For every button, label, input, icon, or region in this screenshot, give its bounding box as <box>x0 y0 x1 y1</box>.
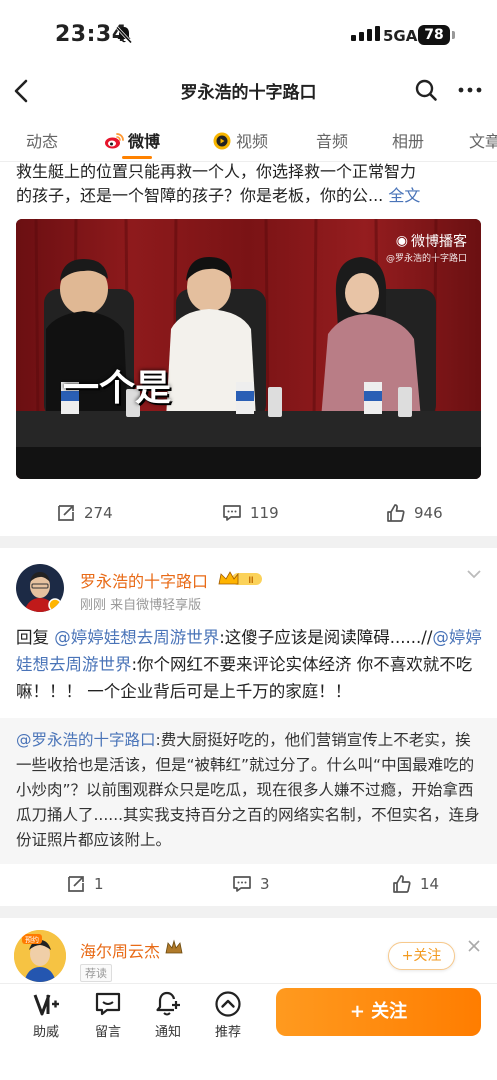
more-dots-icon[interactable] <box>456 78 484 102</box>
repost-button[interactable]: 274 <box>56 503 113 523</box>
back-arrow-icon[interactable] <box>10 76 34 106</box>
notify-button[interactable]: 通知 <box>144 990 192 1040</box>
tab-album[interactable]: 相册 <box>392 128 424 152</box>
follow-button[interactable]: + 关注 <box>276 988 481 1036</box>
tab-article[interactable]: 文章 <box>469 128 497 152</box>
battery-level: 78 <box>418 25 450 45</box>
follow-button-small[interactable]: +关注 <box>388 942 455 970</box>
crown-badge-icon <box>165 939 183 954</box>
profile-tabs: 动态 微博 视频 音频 相册 文章 <box>0 112 497 162</box>
video-logo-icon <box>213 132 231 150</box>
svg-text:预约: 预约 <box>25 935 39 944</box>
avatar-image <box>16 564 64 612</box>
bell-plus-icon <box>156 991 180 1016</box>
repost-icon <box>68 876 84 892</box>
profile-page: 23:34 5GA 78 罗永浩的十字路口 动态 微博 视频 音频 相册 文章 … <box>0 0 497 1080</box>
comment-icon <box>223 505 241 521</box>
thumbs-up-icon <box>387 504 405 522</box>
network-type: 5GA <box>383 27 418 45</box>
quoted-post[interactable]: @罗永浩的十字路口:费大厨挺好吃的，他们营销宣传上不老实，挨一些收拾也是活该，但… <box>0 718 497 864</box>
video-player[interactable]: 一个是 ◉ 微博播客 @罗永浩的十字路口 <box>16 219 481 479</box>
mention-link[interactable]: @罗永浩的十字路口 <box>16 731 156 749</box>
battery-icon <box>452 31 455 39</box>
nav-bar: 罗永浩的十字路口 <box>0 72 497 112</box>
reply-text: 回复 @婷婷娃想去周游世界:这傻子应该是阅读障碍......//@婷婷娃想去周游… <box>16 628 482 701</box>
like-button[interactable]: 946 <box>386 503 443 523</box>
post-actions: 274 119 946 <box>0 495 497 535</box>
weibo-logo-icon <box>105 133 124 149</box>
bottom-action-bar: 助威 留言 通知 推荐 + 关注 <box>0 983 497 1080</box>
mute-bell-icon <box>116 26 132 44</box>
avatar[interactable] <box>16 564 64 612</box>
message-bubble-icon <box>95 992 121 1016</box>
chevron-up-circle-icon <box>215 991 241 1017</box>
like-button[interactable]: 14 <box>392 874 439 894</box>
tab-weibo[interactable]: 微博 <box>104 128 160 152</box>
post-text-line: 救生艇上的位置只能再救一个人，你选择救一个正常智力 <box>16 162 417 181</box>
tab-dynamic[interactable]: 动态 <box>26 128 58 152</box>
weibo-watermark-icon: ◉ <box>395 233 408 249</box>
close-icon[interactable] <box>467 939 481 953</box>
video-watermark: ◉ 微博播客 @罗永浩的十字路口 <box>385 233 467 264</box>
post-text-line: 的孩子，还是一个智障的孩子？你是老板，你的公... 全文 <box>16 186 421 205</box>
tab-audio[interactable]: 音频 <box>316 128 348 152</box>
svg-text:II: II <box>248 575 253 585</box>
message-button[interactable]: 留言 <box>84 990 132 1040</box>
status-bar: 23:34 5GA 78 <box>0 0 497 72</box>
post-card[interactable]: 预约 海尔周云杰 荐读 +关注 <box>0 918 497 988</box>
comment-button[interactable]: 3 <box>232 874 270 894</box>
cheer-button[interactable]: 助威 <box>22 990 70 1040</box>
author-name[interactable]: 罗永浩的十字路口 <box>80 568 208 592</box>
search-icon[interactable] <box>414 78 438 102</box>
active-tab-indicator <box>122 156 152 159</box>
chevron-down-icon[interactable] <box>466 568 482 580</box>
video-subtitle: 一个是 <box>63 368 172 409</box>
avatar[interactable]: 预约 <box>14 930 66 982</box>
vip-crown-badge-icon: II <box>218 571 262 585</box>
comment-button[interactable]: 119 <box>222 503 279 523</box>
mention-link[interactable]: @婷婷娃想去周游世界 <box>54 628 219 647</box>
comment-icon <box>233 876 251 892</box>
avatar-image: 预约 <box>14 930 66 982</box>
expand-full-text-link[interactable]: 全文 <box>388 186 420 205</box>
author-name[interactable]: 海尔周云杰 <box>80 938 160 962</box>
signal-icon <box>351 26 380 41</box>
recommend-tag: 荐读 <box>80 964 112 982</box>
cheer-v-icon <box>33 994 59 1016</box>
tab-video[interactable]: 视频 <box>212 128 268 152</box>
repost-icon <box>58 505 74 521</box>
post-card[interactable]: 罗永浩的十字路口 II 刚刚 来自微博轻享版 回复 @婷婷娃想去周游世界:这傻子… <box>0 548 497 906</box>
thumbs-up-icon <box>393 875 411 893</box>
post-meta: 刚刚 来自微博轻享版 <box>80 598 202 613</box>
post-card[interactable]: 救生艇上的位置只能再救一个人，你选择救一个正常智力 的孩子，还是一个智障的孩子？… <box>0 162 497 536</box>
post-actions: 1 3 14 <box>0 866 497 906</box>
recommend-button[interactable]: 推荐 <box>204 990 252 1040</box>
repost-button[interactable]: 1 <box>66 874 104 894</box>
